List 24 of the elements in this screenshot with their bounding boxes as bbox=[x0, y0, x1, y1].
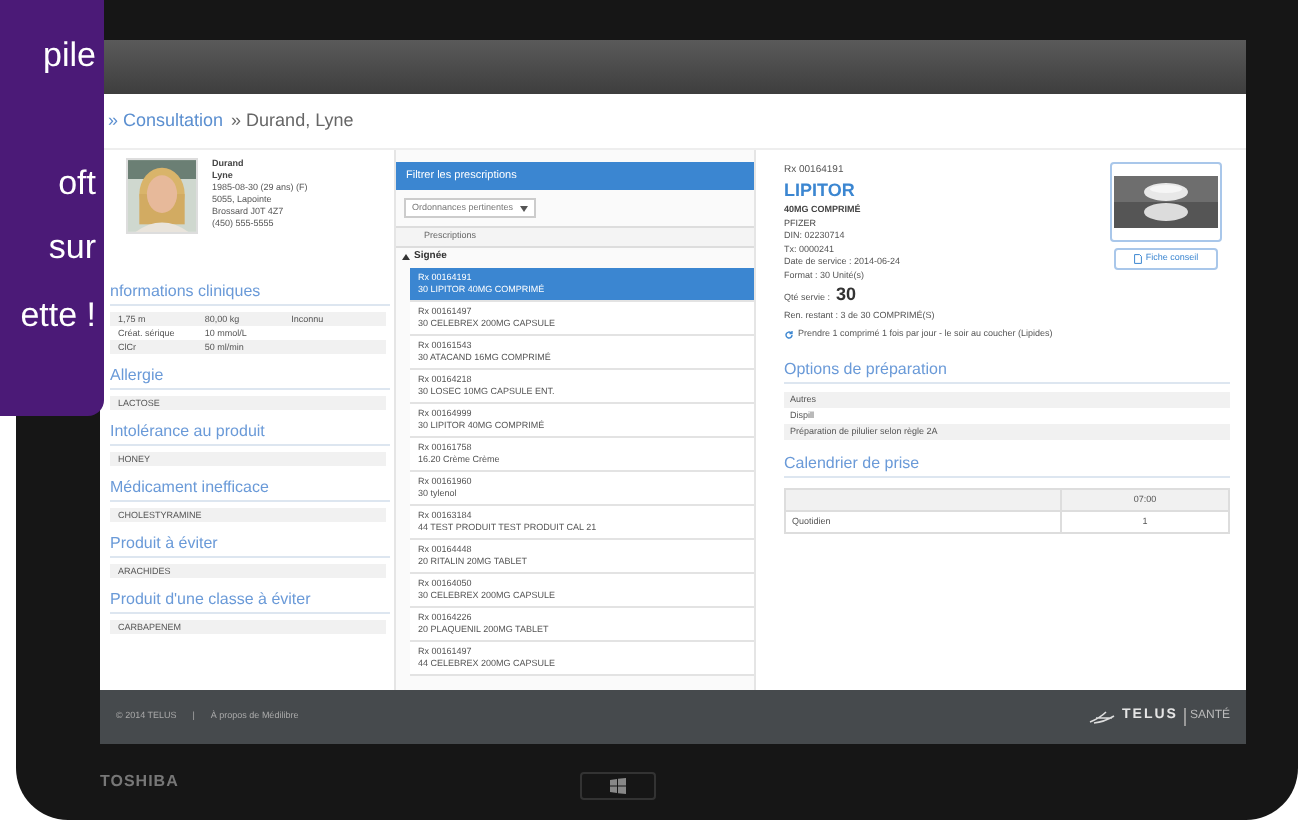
section-title: Médicament inefficace bbox=[110, 476, 390, 502]
banner-text: ette ! bbox=[20, 296, 96, 336]
quantity-value: 30 bbox=[836, 282, 857, 308]
section-title: Options de préparation bbox=[784, 357, 1230, 384]
section-title: Produit à éviter bbox=[110, 532, 390, 558]
section-title: Allergie bbox=[110, 364, 390, 390]
section-title: Intolérance au produit bbox=[110, 420, 390, 446]
refresh-icon bbox=[784, 329, 794, 340]
banner-text: pile bbox=[43, 36, 96, 76]
windows-icon bbox=[610, 778, 626, 794]
banner-text: oft bbox=[58, 164, 96, 204]
caret-icon bbox=[519, 205, 528, 211]
breadcrumb-link[interactable]: » Consultation bbox=[108, 107, 224, 135]
caret-icon[interactable] bbox=[402, 254, 410, 262]
document-icon bbox=[1133, 254, 1142, 264]
breadcrumb-link[interactable]: » Durand, Lyne bbox=[231, 107, 354, 135]
drug-name: LIPITOR bbox=[784, 178, 857, 202]
logo-icon bbox=[1088, 710, 1117, 724]
section-title: nformations cliniques bbox=[110, 280, 390, 306]
section-title: Produit d'une classe à éviter bbox=[110, 588, 390, 614]
section-title: Calendrier de prise bbox=[784, 451, 1230, 478]
device-brand: TOSHIBA bbox=[100, 770, 179, 794]
home-button[interactable] bbox=[580, 772, 656, 800]
banner-text: sur bbox=[48, 228, 96, 268]
